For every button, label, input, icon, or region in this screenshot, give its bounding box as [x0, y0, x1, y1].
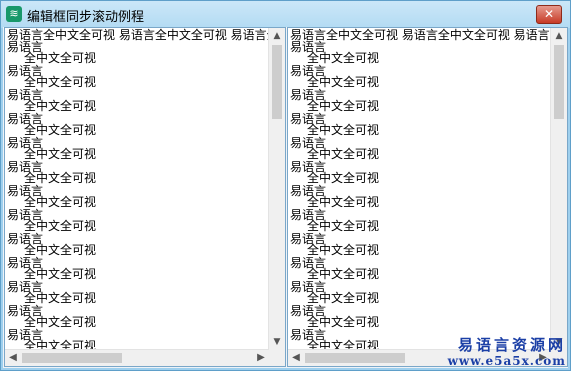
line-part-b: 全中文全可视	[24, 75, 97, 89]
line-part-b: 全中文全可视	[307, 315, 380, 329]
line-part-b: 全中文全可视	[307, 123, 380, 137]
line-part-b: 全中文全可视	[24, 315, 97, 329]
line-part-b: 全中文全可视	[24, 267, 97, 281]
title-bar[interactable]: ≋ 编辑框同步滚动例程 ✕	[1, 1, 570, 28]
close-button[interactable]: ✕	[536, 5, 562, 24]
line-part-b: 全中文全可视	[307, 171, 380, 185]
scroll-left-icon[interactable]: ◀	[288, 350, 304, 366]
line-part-b: 全中文全可视	[24, 195, 97, 209]
left-editbox[interactable]: 易语言全中文全可视 易语言全中文全可视 易语言全中文全可视 易语言全中文全可视易…	[4, 27, 286, 367]
scroll-down-icon[interactable]: ▼	[269, 334, 285, 350]
line-part-b: 全中文全可视	[307, 51, 380, 65]
right-editbox[interactable]: 易语言全中文全可视 易语言全中文全可视 易语言全中文全可视 易语言全中文全可视易…	[287, 27, 568, 367]
line-part-b: 全中文全可视	[24, 219, 97, 233]
line-part-b: 全中文全可视	[24, 291, 97, 305]
line-part-b: 全中文全可视	[307, 75, 380, 89]
line-part-b: 全中文全可视	[24, 51, 97, 65]
watermark-logo: 易语言资源网 www.e5a5x.com	[447, 336, 566, 369]
scroll-thumb[interactable]	[272, 45, 282, 119]
line-part-b: 全中文全可视	[307, 99, 380, 113]
line-part-b: 全中文全可视	[307, 195, 380, 209]
main-window: ≋ 编辑框同步滚动例程 ✕ 易语言全中文全可视 易语言全中文全可视 易语言全中文…	[0, 0, 571, 371]
line-part-b: 全中文全可视	[24, 147, 97, 161]
vertical-scrollbar[interactable]: ▲ ▼	[550, 28, 567, 350]
scroll-right-icon[interactable]: ▶	[253, 350, 269, 366]
first-line: 易语言全中文全可视 易语言全中文全可视 易语言全中文全可视	[290, 28, 551, 42]
scroll-left-icon[interactable]: ◀	[5, 350, 21, 366]
line-part-b: 全中文全可视	[24, 99, 97, 113]
watermark-line2: www.e5a5x.com	[447, 354, 566, 368]
first-line: 易语言全中文全可视 易语言全中文全可视 易语言全中文全可视	[7, 28, 269, 42]
client-area: 易语言全中文全可视 易语言全中文全可视 易语言全中文全可视 易语言全中文全可视易…	[3, 27, 568, 368]
horizontal-scrollbar[interactable]: ◀ ▶	[5, 349, 269, 366]
window-title: 编辑框同步滚动例程	[27, 10, 145, 25]
right-editbox-text[interactable]: 易语言全中文全可视 易语言全中文全可视 易语言全中文全可视 易语言全中文全可视易…	[288, 28, 551, 350]
scroll-up-icon[interactable]: ▲	[551, 28, 567, 44]
scrollbar-corner	[269, 350, 285, 366]
scroll-thumb[interactable]	[554, 45, 564, 119]
line-part-b: 全中文全可视	[307, 147, 380, 161]
app-icon[interactable]: ≋	[6, 6, 22, 22]
left-editbox-text[interactable]: 易语言全中文全可视 易语言全中文全可视 易语言全中文全可视 易语言全中文全可视易…	[5, 28, 269, 350]
line-part-b: 全中文全可视	[24, 171, 97, 185]
line-part-b: 全中文全可视	[307, 243, 380, 257]
line-part-b: 全中文全可视	[307, 267, 380, 281]
scroll-thumb[interactable]	[22, 353, 122, 363]
vertical-scrollbar[interactable]: ▲ ▼	[268, 28, 285, 350]
line-part-b: 全中文全可视	[307, 291, 380, 305]
line-part-b: 全中文全可视	[24, 123, 97, 137]
watermark-line1: 易语言资源网	[457, 336, 566, 354]
line-part-b: 全中文全可视	[307, 219, 380, 233]
line-part-b: 全中文全可视	[24, 243, 97, 257]
scroll-up-icon[interactable]: ▲	[269, 28, 285, 44]
scroll-thumb[interactable]	[305, 353, 405, 363]
